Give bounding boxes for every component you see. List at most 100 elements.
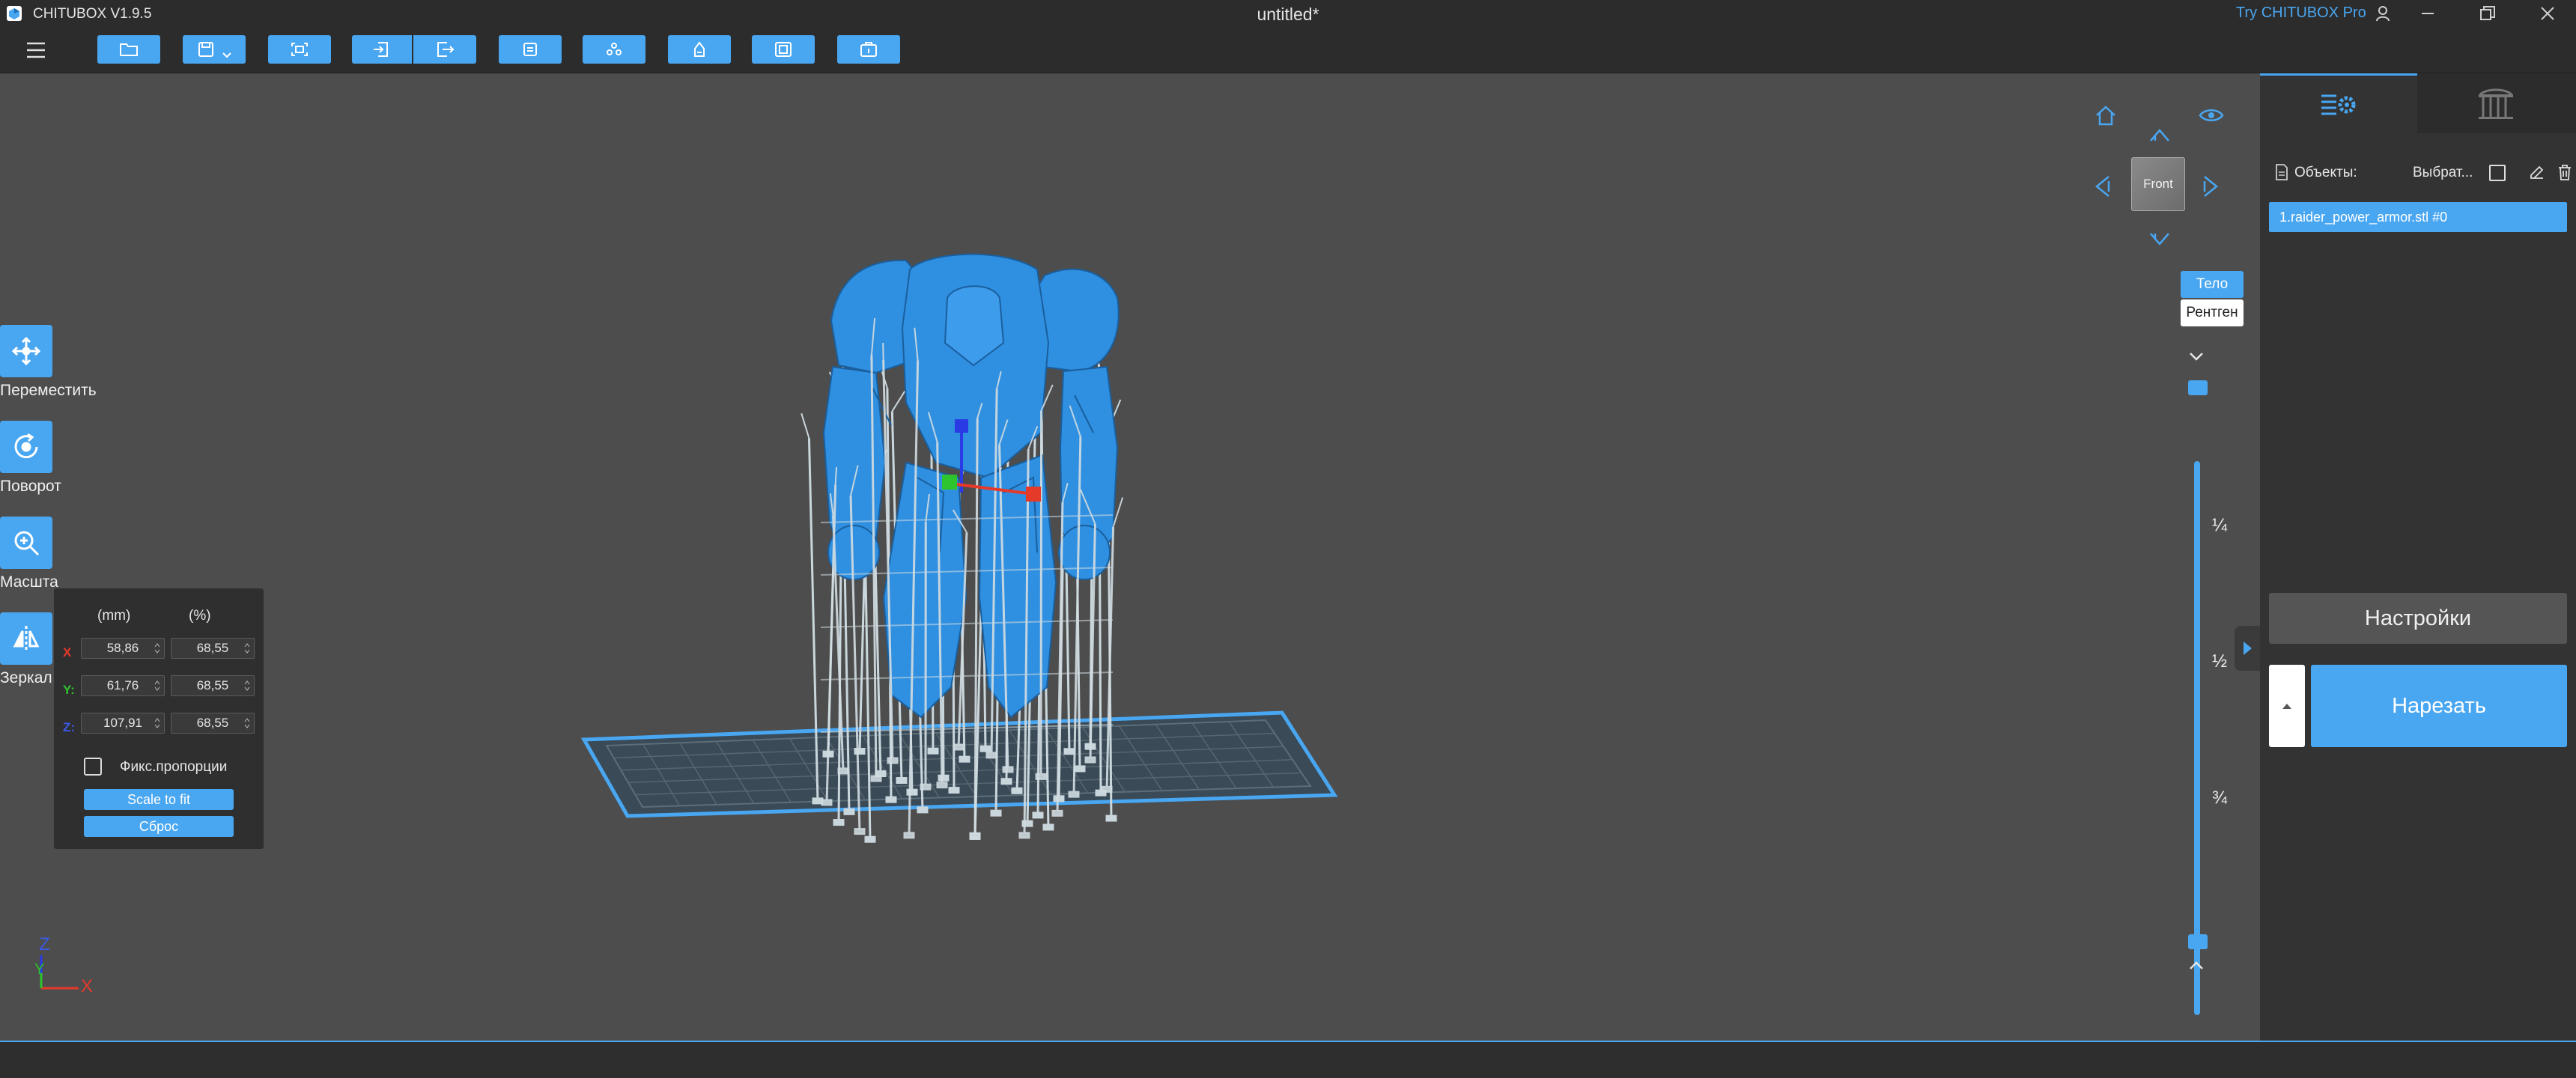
- folder-icon: [120, 43, 138, 56]
- status-bar: [0, 1041, 2576, 1078]
- z-mm-value: 107,91: [103, 716, 142, 730]
- spinner-icon[interactable]: [244, 717, 250, 729]
- document-icon: [2276, 164, 2288, 180]
- move-tool-button[interactable]: [0, 325, 52, 377]
- scale-panel: (mm) (%) X 58,86 68,55 Y: 61,76 68,55 Z:…: [54, 588, 264, 849]
- close-icon: [2541, 7, 2554, 20]
- rotate-tool-button[interactable]: [0, 421, 52, 473]
- edit-icon[interactable]: [2528, 163, 2546, 181]
- fit-icon: [291, 43, 308, 56]
- rotate-icon: [14, 433, 38, 459]
- menu-icon[interactable]: [25, 39, 46, 61]
- minimize-button[interactable]: [2405, 0, 2450, 27]
- view-cube[interactable]: Front: [2131, 157, 2185, 211]
- mirror-tool-label: Зеркал: [0, 669, 52, 686]
- scale-to-fit-button[interactable]: Scale to fit: [84, 789, 234, 810]
- objects-header: Объекты: Выбрат...: [2273, 162, 2573, 184]
- select-all-label: Выбрат...: [2413, 165, 2473, 180]
- panel-toggle-button[interactable]: [2235, 626, 2260, 671]
- tab-object-settings[interactable]: [2260, 73, 2417, 133]
- rotate-view-right-icon[interactable]: [2202, 174, 2221, 199]
- main-toolbar: [0, 27, 2576, 73]
- z-percent-input[interactable]: 68,55: [171, 713, 255, 734]
- mirror-tool-button[interactable]: [0, 612, 52, 665]
- body-view-button[interactable]: Тело: [2181, 271, 2244, 298]
- hollow-icon: [694, 41, 705, 57]
- layer-slider-bottom-handle[interactable]: [2188, 934, 2208, 949]
- chitubox-window: CHITUBOX V1.9.5 untitled* Try CHITUBOX P…: [0, 0, 2576, 1078]
- trash-icon[interactable]: [2557, 163, 2573, 181]
- app-name: CHITUBOX V1.9.5: [33, 6, 152, 22]
- settings-button[interactable]: Настройки: [2269, 593, 2567, 644]
- save-file-button[interactable]: [183, 35, 246, 64]
- rotate-view-left-icon[interactable]: [2092, 174, 2112, 199]
- open-file-button[interactable]: [97, 35, 160, 64]
- z-axis-label: Z:: [63, 720, 76, 734]
- y-axis-label: Y:: [63, 683, 75, 697]
- import-icon: [374, 42, 388, 57]
- x-percent-value: 68,55: [196, 641, 229, 655]
- axis-indicator: [40, 955, 79, 990]
- slice-button[interactable]: Нарезать: [2311, 665, 2567, 747]
- settings-list-icon: [2321, 94, 2356, 115]
- axis-label-z: Z: [39, 934, 50, 954]
- slice-options-button[interactable]: [2269, 665, 2305, 747]
- fit-view-button[interactable]: [268, 35, 331, 64]
- export-button[interactable]: [413, 35, 476, 64]
- scale-tool-button[interactable]: [0, 517, 52, 569]
- layer-slider-top-handle[interactable]: [2188, 380, 2208, 395]
- spinner-icon[interactable]: [244, 642, 250, 654]
- y-percent-value: 68,55: [196, 678, 229, 692]
- select-all-checkbox[interactable]: [2489, 165, 2506, 181]
- lock-proportions-checkbox[interactable]: [84, 758, 102, 776]
- caret-right-icon: [2244, 642, 2252, 655]
- z-mm-input[interactable]: 107,91: [81, 713, 165, 734]
- y-mm-input[interactable]: 61,76: [81, 675, 165, 696]
- chevron-up-icon[interactable]: [2188, 960, 2205, 972]
- spinner-icon[interactable]: [244, 680, 250, 692]
- rotate-view-up-icon[interactable]: [2148, 126, 2172, 144]
- layers-icon: [523, 43, 537, 56]
- account-button[interactable]: [2360, 0, 2405, 27]
- layer-slider-track[interactable]: [2194, 461, 2200, 1015]
- save-icon: [198, 42, 213, 57]
- object-list-item[interactable]: 1.raider_power_armor.stl #0: [2269, 202, 2567, 232]
- y-mm-value: 61,76: [106, 678, 139, 692]
- export-icon: [437, 42, 455, 57]
- spinner-icon[interactable]: [154, 717, 160, 729]
- hollow-button[interactable]: [668, 35, 731, 64]
- spinner-icon[interactable]: [154, 642, 160, 654]
- home-view-icon[interactable]: [2094, 103, 2118, 127]
- supports-icon: [2479, 88, 2513, 119]
- 3d-viewport[interactable]: Z Y X Переместить Поворот Масшта Зеркал …: [0, 73, 2260, 1041]
- tab-supports[interactable]: [2417, 73, 2575, 133]
- scene-canvas[interactable]: [0, 73, 2260, 1041]
- x-mm-input[interactable]: 58,86: [81, 638, 165, 659]
- x-percent-input[interactable]: 68,55: [171, 638, 255, 659]
- try-pro-link[interactable]: Try CHITUBOX Pro: [2236, 4, 2366, 22]
- reset-scale-button[interactable]: Сброс: [84, 816, 234, 837]
- close-button[interactable]: [2525, 0, 2570, 27]
- y-percent-input[interactable]: 68,55: [171, 675, 255, 696]
- slider-mark-quarter: ¼: [2211, 515, 2227, 535]
- eye-icon[interactable]: [2199, 106, 2224, 124]
- spinner-icon[interactable]: [154, 680, 160, 692]
- chevron-down-icon[interactable]: [2188, 350, 2205, 362]
- right-panel: Объекты: Выбрат... 1.raider_power_armor.…: [2260, 73, 2576, 1041]
- layers-button[interactable]: [499, 35, 562, 64]
- arrange-button[interactable]: [583, 35, 645, 64]
- chitubox-logo-icon: [7, 6, 22, 21]
- z-percent-value: 68,55: [196, 716, 229, 730]
- move-icon: [11, 336, 41, 366]
- restore-icon: [2480, 6, 2495, 20]
- xray-view-button[interactable]: Рентген: [2181, 299, 2244, 326]
- package-button[interactable]: [837, 35, 900, 64]
- mm-column-header: (mm): [97, 608, 131, 624]
- import-button[interactable]: [352, 35, 412, 64]
- caret-up-icon: [2282, 704, 2291, 709]
- rotate-view-down-icon[interactable]: [2148, 231, 2172, 249]
- slider-mark-half: ½: [2211, 651, 2227, 672]
- frame-icon: [775, 42, 792, 57]
- restore-button[interactable]: [2465, 0, 2510, 27]
- print-settings-button[interactable]: [752, 35, 815, 64]
